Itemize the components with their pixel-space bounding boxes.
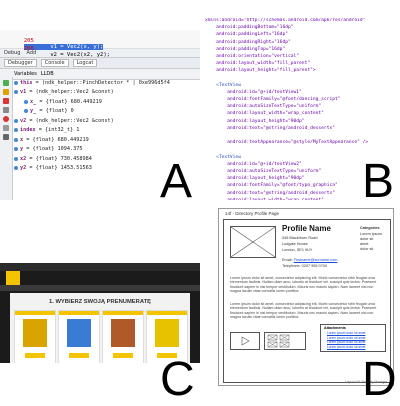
image-placeholder-icon (230, 226, 276, 258)
variable-row[interactable]: y = {float} 1094.375 (14, 145, 200, 155)
view-breakpoints-icon[interactable] (3, 107, 9, 113)
variable-row[interactable]: x = {float} 680.449219 (14, 135, 200, 145)
card-header (103, 311, 143, 315)
attachments-title: Attachments (324, 326, 346, 330)
magazine-cover (111, 319, 135, 347)
variable-icon (14, 80, 18, 85)
magazine-cover (23, 319, 47, 347)
attachment-link[interactable]: Lorem ipsum dolor sit amet (327, 340, 365, 344)
breakpoint-icon[interactable] (3, 116, 9, 122)
attachment-link[interactable]: Lorem ipsum dolor sit amet (327, 336, 365, 340)
category-item[interactable]: Lorem ipsum (360, 232, 382, 236)
email-row: Email: Firstname@surname.com (282, 258, 338, 262)
attachment-link[interactable]: Lorem ipsum dolor sit amet (327, 331, 365, 335)
buy-button[interactable] (113, 353, 133, 358)
card-header (15, 311, 55, 315)
label-d: D (362, 353, 397, 406)
product-card[interactable] (14, 310, 56, 363)
label-a: A (160, 155, 193, 208)
variable-row[interactable]: x_ = {float} 680.449219 (14, 97, 200, 107)
variable-icon (14, 90, 18, 95)
card-header (147, 311, 187, 315)
variable-icon (24, 109, 28, 114)
category-item[interactable]: amet (360, 242, 368, 246)
variable-row[interactable]: this = (ndk_helper::PinchDetector * | 0x… (14, 78, 200, 88)
variable-row[interactable]: index = {int32_t} 1 (14, 126, 200, 136)
profile-name: Profile Name (282, 224, 331, 233)
category-item[interactable]: dolor sit (360, 237, 373, 241)
code-line: 206 v2 = Vec2(x2, y2); (23, 46, 110, 58)
label-b: B (362, 155, 395, 208)
buy-button[interactable] (25, 353, 45, 358)
xml-line: android:paddingLeft="16dp" (205, 32, 288, 38)
site-nav (0, 285, 200, 291)
code-editor: 205 v1 = Vec2(x, y); 206 v2 = Vec2(x2, y… (0, 30, 200, 58)
xml-line: android:layout_height="fill_parent"> (205, 68, 316, 74)
xml-line: android:paddingTop="16dp" (205, 46, 286, 52)
wireframe-title: 14f - Directory Profile Page (225, 211, 280, 216)
xml-line: android:text="@string/android_desserts" (205, 125, 335, 131)
variable-icon (14, 118, 18, 123)
tab-variables[interactable]: Variables (14, 71, 37, 77)
xml-line: android:layout_width="wrap_content" (205, 111, 324, 117)
attachment-link[interactable]: Lorem ipsum dolor sit amet (327, 345, 365, 349)
xml-line (205, 147, 400, 154)
categories-title: Categories (360, 226, 380, 230)
xml-line: android:textAppearance="@style/MyTextApp… (205, 140, 369, 146)
category-item[interactable]: dolor sit (360, 247, 373, 251)
description-paragraph: Lorem ipsum dolor sit amet, consectetur … (230, 302, 377, 320)
variable-icon (14, 147, 18, 152)
xml-line: <TextView (205, 82, 241, 88)
variable-row[interactable]: v1 = (ndk_helper::Vec2 &const) (14, 88, 200, 98)
browser-bar (0, 263, 200, 271)
variable-row[interactable]: y_ = {float} 0 (14, 107, 200, 117)
attachments-box: Attachments Lorem ipsum dolor sit amet L… (320, 324, 386, 352)
profile-image-placeholder (230, 226, 276, 258)
card-header (59, 311, 99, 315)
variable-row[interactable]: v2 = (ndk_helper::Vec2 &const) (14, 116, 200, 126)
variable-icon (14, 166, 18, 171)
gallery-placeholder[interactable] (264, 332, 306, 350)
xml-line: android:paddingRight="16dp" (205, 39, 291, 45)
xml-line: android:id="@+id/textView1" (205, 89, 302, 95)
buy-button[interactable] (69, 353, 89, 358)
magazine-cover (67, 319, 91, 347)
product-card[interactable] (102, 310, 144, 363)
address-line: 345 Blackthorn Road (282, 236, 318, 240)
tab-lldb[interactable]: LLDB (41, 71, 54, 77)
product-card[interactable] (58, 310, 100, 363)
play-icon (241, 336, 250, 346)
pin-icon[interactable] (3, 134, 9, 140)
variable-icon (14, 137, 18, 142)
video-placeholder[interactable] (230, 332, 260, 350)
phone-row: Telephone: 0207 955 0700 (282, 264, 327, 268)
stop-icon[interactable] (3, 98, 9, 104)
xml-line (205, 76, 400, 83)
address-line: London, SE1 9UY (282, 248, 313, 252)
settings-icon[interactable] (3, 125, 9, 131)
debugger-toolbar (0, 77, 13, 200)
address-line: Ludgate House (282, 242, 308, 246)
panel-c-website: 1. WYBIERZ SWOJĄ PRENUMERATĘ (0, 263, 200, 363)
description-paragraph: Lorem ipsum dolor sit amet, consectetur … (230, 276, 377, 294)
logo[interactable] (6, 271, 20, 285)
magazine-cover (155, 319, 179, 347)
variable-icon (14, 156, 18, 161)
variable-icon (14, 128, 18, 133)
resume-icon[interactable] (3, 80, 9, 86)
email-link[interactable]: Firstname@surname.com (294, 258, 338, 262)
pause-icon[interactable] (3, 89, 9, 95)
label-c: C (160, 353, 195, 406)
xml-line: android:layout_height="90dp" (205, 118, 305, 124)
page-heading: 1. WYBIERZ SWOJĄ PRENUMERATĘ (49, 299, 151, 305)
gallery-icon (267, 334, 290, 348)
variable-icon (24, 99, 28, 104)
